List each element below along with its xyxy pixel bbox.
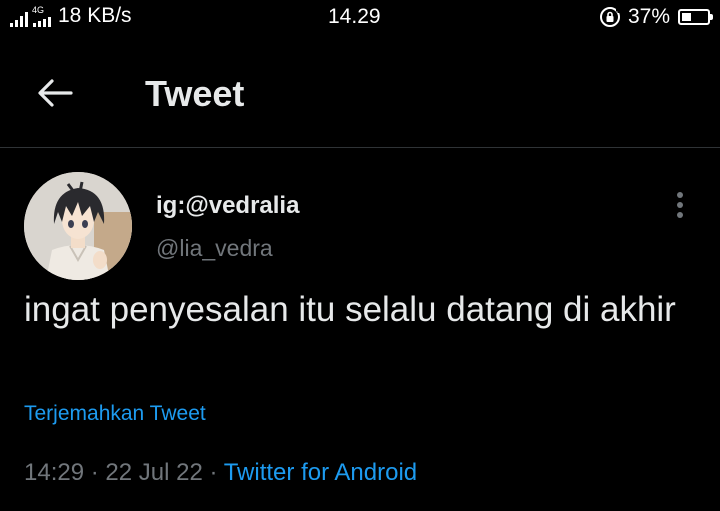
rotation-lock-icon: [599, 7, 621, 27]
header-divider: [0, 147, 720, 148]
meta-separator: ·: [209, 459, 218, 486]
tweet-time: 14:29: [24, 459, 85, 486]
status-bar-right: 37%: [598, 5, 713, 29]
more-vertical-icon: [677, 192, 683, 198]
battery-level-fill: [682, 13, 691, 21]
network-speed: 18 KB/s: [58, 4, 132, 27]
meta-separator: ·: [90, 459, 99, 486]
signal-icon: [10, 9, 28, 27]
author-handle[interactable]: @lia_vedra: [156, 234, 273, 262]
status-time: 14.29: [328, 5, 381, 28]
network-type-label: 4G: [32, 5, 45, 15]
back-button[interactable]: [30, 71, 80, 115]
avatar-image: [24, 172, 132, 280]
tweet-metadata: 14:29 · 22 Jul 22 · Twitter for Android: [24, 458, 417, 488]
arrow-left-icon: [38, 79, 73, 107]
tweet-source-link[interactable]: Twitter for Android: [224, 459, 417, 486]
top-app-bar: Tweet: [0, 38, 720, 147]
status-bar-left: 4G 18 KB/s: [10, 5, 132, 27]
tweet-text: ingat penyesalan itu selalu datang di ak…: [24, 290, 676, 329]
battery-percent: 37%: [627, 5, 670, 28]
tweet-date: 22 Jul 22: [105, 459, 203, 486]
more-options-button[interactable]: [668, 190, 692, 220]
translate-tweet-link[interactable]: Terjemahkan Tweet: [24, 401, 206, 427]
status-bar: 4G 18 KB/s 14.29 37%: [0, 0, 720, 38]
mobile-data-icon: 4G: [32, 5, 52, 27]
avatar[interactable]: [24, 172, 132, 280]
author-display-name[interactable]: ig:@vedralia: [156, 192, 299, 220]
page-title: Tweet: [145, 73, 245, 114]
battery-icon: [678, 9, 713, 25]
